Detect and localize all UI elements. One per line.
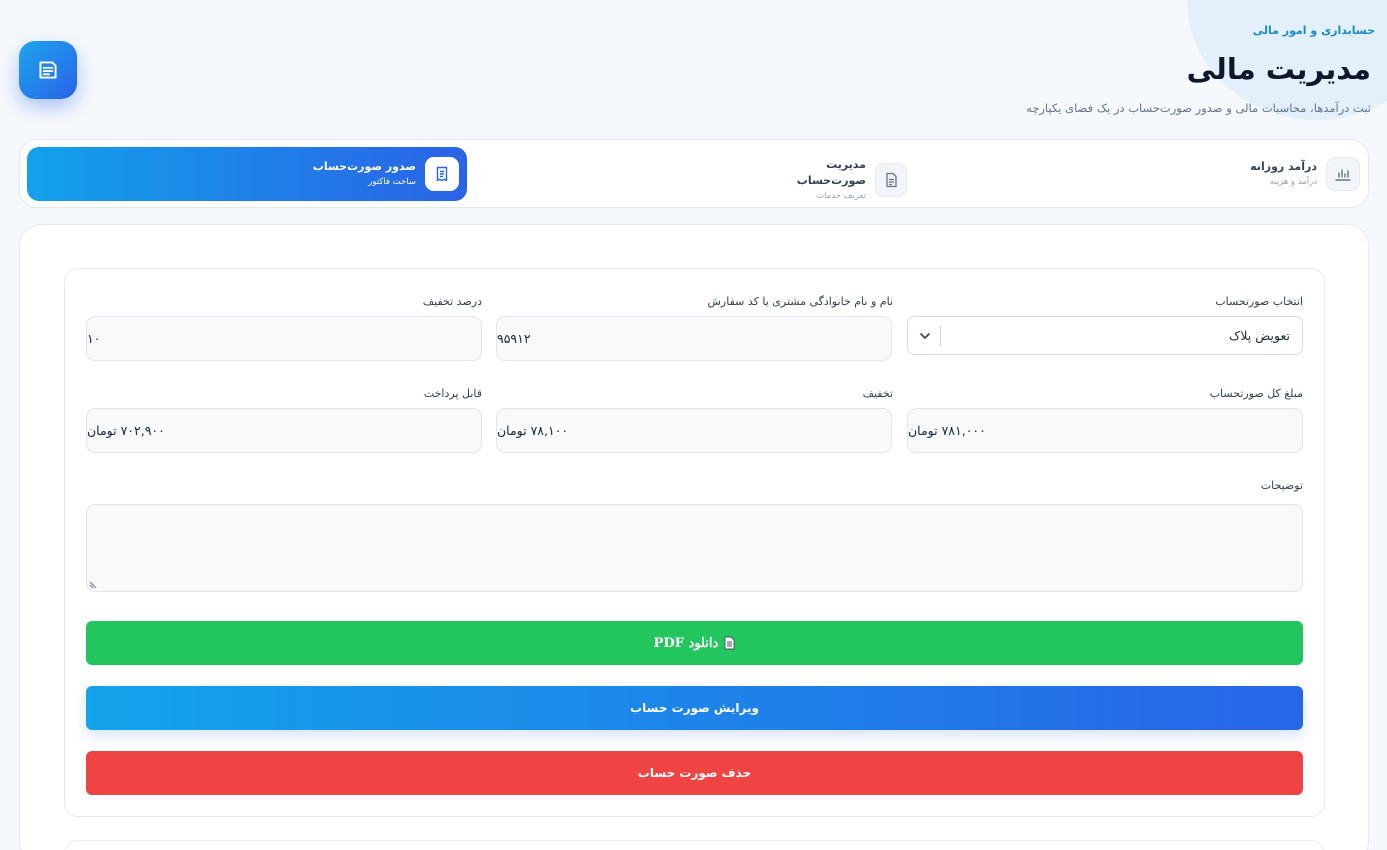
document-icon <box>874 163 907 197</box>
tab-title: مدیریت صورت‌حساب <box>796 158 866 187</box>
finance-tabs: درآمد روزانه درآمد و هزینه مدیریت صورت‌ح… <box>19 139 1369 208</box>
receipt-icon <box>425 157 459 191</box>
discount-amount-field: ۷۸,۱۰۰ تومان <box>496 408 892 453</box>
document-icon <box>39 61 57 79</box>
notes-label: توضیحات <box>1260 479 1303 492</box>
app-logo <box>19 41 77 99</box>
tab-subtitle: ساخت فاکتور <box>368 177 416 187</box>
notes-textarea[interactable] <box>86 504 1303 592</box>
tab-title: درآمد روزانه <box>1250 160 1317 173</box>
edit-invoice-button[interactable]: ویرایش صورت حساب <box>86 686 1303 730</box>
invoice-select[interactable]: تعویض پلاک <box>907 316 1303 355</box>
payable-amount-field: ۷۰۲,۹۰۰ تومان <box>86 408 482 453</box>
discount-percent-label: درصد تخفیف <box>422 295 482 308</box>
invoice-select-label: انتخاب صورتحساب <box>1215 295 1303 308</box>
customer-input[interactable]: ۹۵۹۱۲ <box>496 316 892 361</box>
download-pdf-label: دانلود PDF <box>653 635 719 651</box>
download-pdf-button[interactable]: دانلود PDF <box>86 621 1303 665</box>
select-divider <box>940 326 941 346</box>
page-subtitle: ثبت درآمدها، محاسبات مالی و صدور صورت‌حس… <box>1026 101 1371 115</box>
tab-title: صدور صورت‌حساب <box>312 160 416 173</box>
chevron-down-icon[interactable] <box>918 329 932 343</box>
tab-subtitle: تعریف خدمات <box>816 191 866 201</box>
tab-daily-income[interactable]: درآمد روزانه درآمد و هزینه <box>1210 147 1368 201</box>
page-icon <box>724 636 735 650</box>
payable-label: قابل پرداخت <box>423 387 482 400</box>
page-title: مدیریت مالی <box>1186 52 1371 86</box>
tab-subtitle: درآمد و هزینه <box>1269 177 1317 187</box>
tab-invoice-management[interactable]: مدیریت صورت‌حساب تعریف خدمات <box>760 147 920 201</box>
total-label: مبلغ کل صورتحساب <box>1209 387 1303 400</box>
page-eyebrow: حسابداری و امور مالی <box>1252 24 1375 37</box>
customer-label: نام و نام خانوادگی مشتری یا کد سفارش <box>707 295 894 308</box>
invoice-select-value: تعویض پلاک <box>1229 328 1290 343</box>
discount-label: تخفیف <box>862 387 893 400</box>
tab-issue-invoice[interactable]: صدور صورت‌حساب ساخت فاکتور <box>27 147 467 201</box>
secondary-card <box>64 840 1325 850</box>
discount-percent-input[interactable]: ۱۰ <box>86 316 482 361</box>
delete-invoice-button[interactable]: حذف صورت حساب <box>86 751 1303 795</box>
total-amount-field: ۷۸۱,۰۰۰ تومان <box>907 408 1303 453</box>
bar-chart-icon <box>1326 157 1360 191</box>
resize-handle-icon[interactable] <box>89 581 97 589</box>
